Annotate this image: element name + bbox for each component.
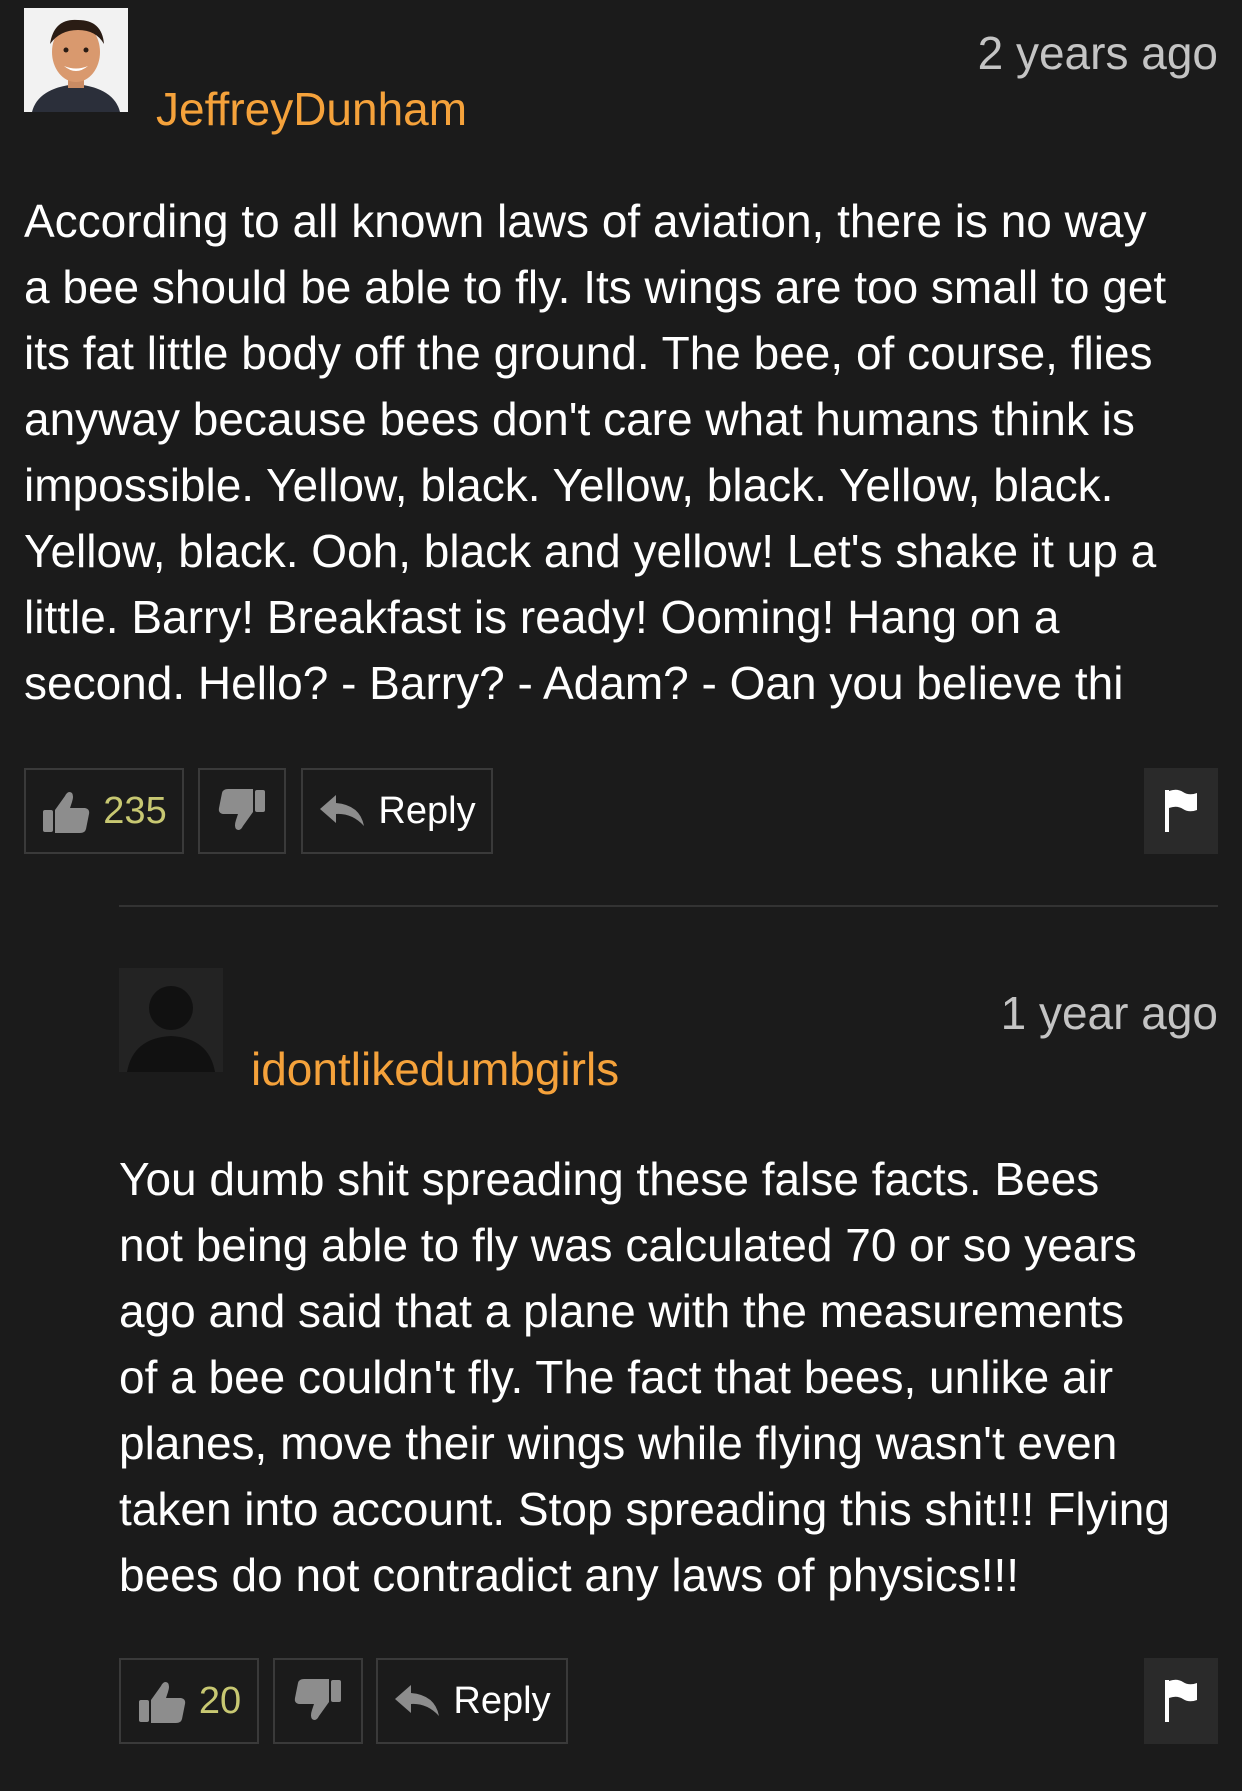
thumbs-down-icon [217,788,267,834]
like-button[interactable]: 20 [119,1658,259,1744]
avatar[interactable] [119,968,223,1072]
flag-button[interactable] [1144,768,1218,854]
like-count: 235 [103,789,167,832]
comment-body: You dumb shit spreading these false fact… [119,1153,1170,1601]
flag-icon [1163,1678,1199,1724]
thumbs-down-icon [293,1678,343,1724]
comment: JeffreyDunham 2 years ago According to a… [0,0,1242,880]
reply-label: Reply [453,1679,551,1722]
avatar[interactable] [24,8,128,112]
dislike-button[interactable] [273,1658,363,1744]
reply-comment: idontlikedumbgirls 1 year ago You dumb s… [0,940,1242,1791]
comment-username[interactable]: JeffreyDunham [156,82,467,136]
like-count: 20 [198,1679,242,1722]
reply-arrow-icon [318,793,366,829]
reply-divider [119,905,1218,907]
like-button[interactable]: 235 [24,768,184,854]
user-photo [24,8,128,112]
comment-timestamp: 2 years ago [977,27,1218,79]
comment-username[interactable]: idontlikedumbgirls [251,1042,619,1096]
reply-label: Reply [378,789,476,832]
flag-button[interactable] [1144,1658,1218,1744]
flag-icon [1163,788,1199,834]
dislike-button[interactable] [198,768,286,854]
reply-button[interactable]: Reply [376,1658,568,1744]
thumbs-up-icon [41,788,91,834]
comment-timestamp: 1 year ago [1000,987,1218,1039]
reply-button[interactable]: Reply [301,768,493,854]
thumbs-up-icon [137,1678,187,1724]
comment-body: According to all known laws of aviation,… [24,195,1167,709]
default-avatar-icon [119,968,223,1072]
reply-arrow-icon [393,1683,441,1719]
